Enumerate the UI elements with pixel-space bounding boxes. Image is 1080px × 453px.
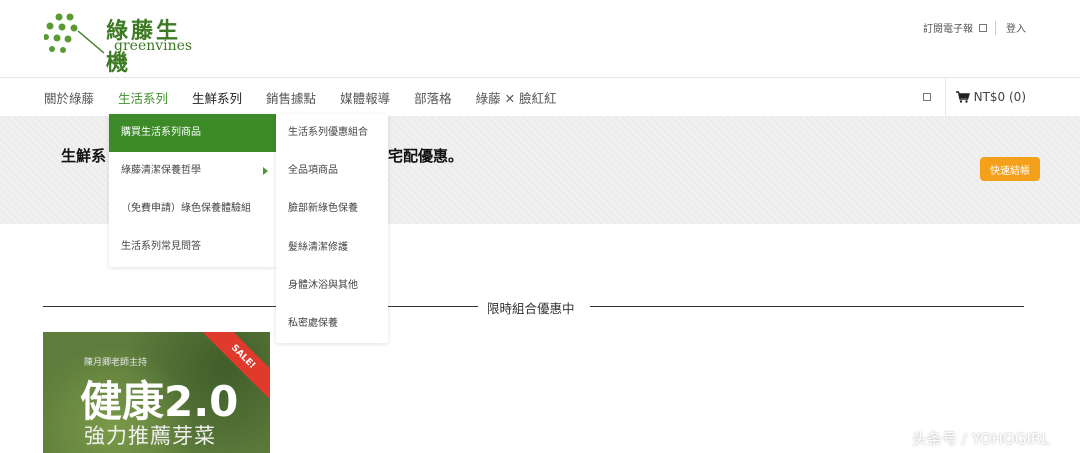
dropdown-item-free-trial[interactable]: （免費申請）綠色保養體驗組 xyxy=(109,190,276,228)
dropdown-item-philosophy[interactable]: 綠藤清潔保養哲學 xyxy=(109,152,276,190)
product-card-image[interactable]: 陳月卿老師主持 健康2.0 強力推薦芽菜 SALE! xyxy=(43,332,270,453)
banner-text-left: 生鮮系 xyxy=(61,147,107,165)
quick-checkout-button[interactable]: 快速結帳 xyxy=(980,157,1040,181)
buy-submenu: 生活系列優惠組合 全品項商品 臉部新綠色保養 髮絲清潔修護 身體沐浴與其他 私密… xyxy=(276,114,388,343)
nav-item-blog[interactable]: 部落格 xyxy=(414,88,452,107)
submenu-item-all-products[interactable]: 全品項商品 xyxy=(276,152,388,190)
submenu-item-intimate-care[interactable]: 私密處保養 xyxy=(276,305,388,343)
product-subtitle: 陳月卿老師主持 xyxy=(84,358,148,368)
section-title: 限時組合優惠中 xyxy=(487,301,575,316)
submenu-item-body-bath[interactable]: 身體沐浴與其他 xyxy=(276,267,388,305)
login-link[interactable]: 登入 xyxy=(1006,20,1026,35)
nav-item-stores[interactable]: 銷售據點 xyxy=(266,88,316,107)
nav-item-fresh-series[interactable]: 生鮮系列 xyxy=(192,88,242,107)
dropdown-item-label: （免費申請）綠色保養體驗組 xyxy=(121,203,251,214)
cart-total[interactable]: NT$0 (0) xyxy=(974,90,1026,104)
life-series-dropdown: 購買生活系列商品 綠藤清潔保養哲學 （免費申請）綠色保養體驗組 生活系列常見問答 xyxy=(109,114,276,267)
section-divider-left-mid xyxy=(388,306,478,307)
section-divider-left xyxy=(43,306,276,307)
nav-item-media[interactable]: 媒體報導 xyxy=(340,88,390,107)
divider xyxy=(995,20,996,35)
cart-icon[interactable] xyxy=(955,91,970,103)
dropdown-item-faq[interactable]: 生活系列常見問答 xyxy=(109,228,276,266)
brand-logo[interactable]: 綠藤生機 greenvines xyxy=(44,13,204,76)
chevron-right-icon xyxy=(263,167,268,175)
dropdown-item-label: 綠藤清潔保養哲學 xyxy=(121,165,201,176)
dropdown-item-label: 購買生活系列商品 xyxy=(121,127,201,138)
product-tagline: 強力推薦芽菜 xyxy=(84,424,216,448)
nav-item-collab[interactable]: 綠藤 ✕ 臉紅紅 xyxy=(476,88,557,107)
mail-icon xyxy=(979,23,987,32)
divider xyxy=(944,78,946,116)
search-icon[interactable] xyxy=(922,93,931,101)
dropdown-item-buy[interactable]: 購買生活系列商品 xyxy=(109,114,276,152)
logo-dots-icon xyxy=(44,13,105,54)
site-header: 綠藤生機 greenvines 訂閱電子報 登入 xyxy=(0,0,1080,77)
section-divider-right xyxy=(590,306,1024,307)
dropdown-item-label: 生活系列常見問答 xyxy=(121,241,201,252)
nav-item-about[interactable]: 關於綠藤 xyxy=(44,88,94,107)
top-links: 訂閱電子報 登入 xyxy=(923,20,1026,35)
submenu-item-face-care[interactable]: 臉部新綠色保養 xyxy=(276,190,388,228)
logo-english-text: greenvines xyxy=(114,38,193,54)
banner-text-mid: 宅配優惠。 xyxy=(388,147,464,165)
watermark-text: 头条号 / YOHOGIRL xyxy=(912,430,1050,448)
submenu-item-bundles[interactable]: 生活系列優惠組合 xyxy=(276,114,388,152)
main-nav: 關於綠藤 生活系列 生鮮系列 銷售據點 媒體報導 部落格 綠藤 ✕ 臉紅紅 NT… xyxy=(0,77,1080,117)
nav-item-life-series[interactable]: 生活系列 xyxy=(118,88,168,107)
subscribe-link[interactable]: 訂閱電子報 xyxy=(923,20,973,35)
submenu-item-hair-care[interactable]: 髮絲清潔修護 xyxy=(276,229,388,267)
